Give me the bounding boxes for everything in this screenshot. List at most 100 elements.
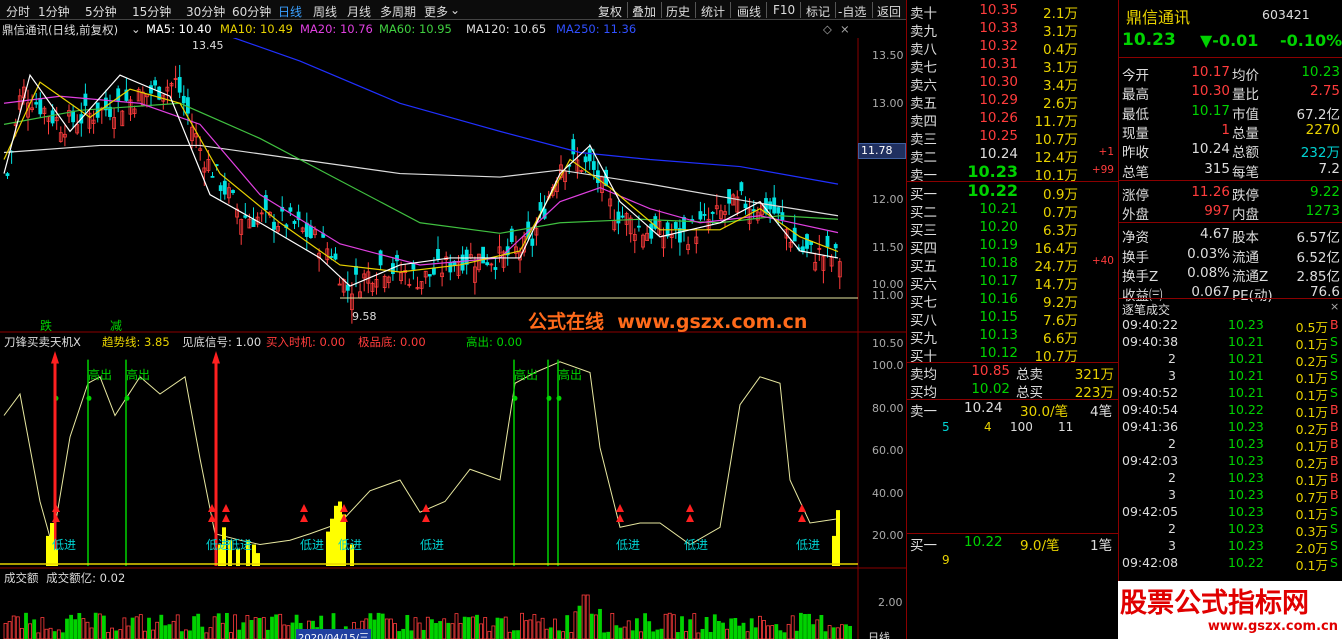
ma-info-bar: 鼎信通讯(日线,前复权) ⌄ MA5: 10.40 MA10: 10.49 MA… (0, 21, 858, 38)
level-label: 卖三 (910, 132, 937, 148)
quote-label: 今开 (1122, 68, 1149, 84)
stats-button[interactable]: 统计 (701, 3, 725, 20)
quote-row: 净资 4.67 股本 6.57亿 (1120, 226, 1342, 246)
watchlist-button[interactable]: -自选 (838, 3, 866, 20)
volume-bar (409, 630, 414, 639)
tab-15min[interactable]: 15分钟 (132, 3, 171, 20)
ask-row[interactable]: 卖四 10.26 11.7万 (908, 110, 1118, 130)
tab-weekly[interactable]: 周线 (313, 3, 337, 20)
volume-bar (265, 629, 270, 639)
level-detail-row[interactable]: 买一 10.22 9.0/笔 1笔 (908, 534, 1118, 554)
overlay-button[interactable]: 叠加 (632, 3, 656, 20)
tab-30min[interactable]: 30分钟 (186, 3, 225, 20)
tab-5min[interactable]: 5分钟 (85, 3, 117, 20)
tab-1min[interactable]: 1分钟 (38, 3, 70, 20)
ticks-title[interactable]: 逐笔成交 (1122, 301, 1170, 318)
volume-bar (594, 614, 598, 639)
bid-row[interactable]: 买二 10.21 0.7万 (908, 201, 1118, 221)
stock-name: 鼎信通讯 (1126, 8, 1191, 27)
close-icon[interactable]: × (1330, 300, 1339, 313)
bid-row[interactable]: 买七 10.16 9.2万 (908, 291, 1118, 311)
bid-row[interactable]: 买六 10.17 14.7万 (908, 273, 1118, 293)
level-detail-row[interactable]: 卖一 10.24 30.0/笔 4笔 (908, 400, 1118, 420)
diamond-icon[interactable]: ◇ (823, 22, 832, 36)
candle-body (222, 180, 227, 195)
ask-row[interactable]: 卖一 10.23 10.1万 +99 (908, 162, 1118, 184)
tick-time: 09:40:22 (1122, 317, 1179, 332)
buy-triangle-icon (422, 514, 430, 522)
tick-row: 2 10.21 0.2万 S (1120, 351, 1342, 369)
ask-row[interactable]: 卖七 10.31 3.1万 (908, 56, 1118, 76)
ask-row[interactable]: 卖八 10.32 0.4万 (908, 38, 1118, 58)
tick-price: 10.23 (1228, 487, 1264, 502)
f10-button[interactable]: F10 (773, 3, 795, 17)
candle-body (243, 215, 248, 218)
volume-bar (384, 618, 389, 639)
quote-row: 最高 10.30 量比 2.75 (1120, 83, 1342, 103)
indicator-tick: 60.00 (872, 444, 904, 457)
volume-bar (52, 631, 57, 639)
tab-fenshi[interactable]: 分时 (6, 3, 30, 20)
volume-title-label[interactable]: 成交额 (4, 571, 39, 585)
quote-value: 6.52亿 (1296, 249, 1340, 266)
level-price: 10.22 (967, 181, 1018, 200)
volume-bar (573, 611, 578, 639)
bid-row[interactable]: 买四 10.19 16.4万 (908, 237, 1118, 257)
tab-daily[interactable]: 日线 (278, 3, 302, 20)
detail-per-trade: 9.0/笔 (1020, 538, 1060, 554)
avg-label: 买均 (910, 385, 937, 401)
tab-monthly[interactable]: 月线 (347, 3, 371, 20)
volume-bar (11, 615, 16, 639)
bid-row[interactable]: 买十 10.12 10.7万 (908, 345, 1118, 365)
ask-row[interactable]: 卖三 10.25 10.7万 (908, 128, 1118, 148)
candle-body (739, 182, 744, 192)
mark-button[interactable]: 标记 (806, 3, 830, 20)
draw-button[interactable]: 画线 (737, 3, 761, 20)
quote-label: 总笔 (1122, 164, 1149, 181)
fuquan-button[interactable]: 复权 (598, 3, 622, 20)
volume-bar (807, 613, 811, 639)
detail-queue: 9 (908, 553, 1118, 571)
bid-row[interactable]: 买九 10.13 6.6万 (908, 327, 1118, 347)
volume-bar (393, 623, 397, 639)
bid-row[interactable]: 买一 10.22 0.9万 (908, 181, 1118, 203)
volume-bar (557, 630, 561, 639)
level-change: +40 (1091, 255, 1114, 267)
close-icon[interactable]: × (840, 22, 850, 36)
tick-price: 10.22 (1228, 555, 1264, 570)
tab-multi-period[interactable]: 多周期 (380, 3, 416, 20)
volume-bar (188, 630, 192, 639)
ask-row[interactable]: 卖九 10.33 3.1万 (908, 20, 1118, 40)
ask-row[interactable]: 卖六 10.30 3.4万 (908, 74, 1118, 94)
level-volume: 0.4万 (1043, 42, 1078, 58)
chevron-down-icon[interactable]: ⌄ (131, 22, 141, 36)
bid-row[interactable]: 买五 10.18 24.7万 +40 (908, 255, 1118, 275)
volume-bar (270, 616, 274, 639)
bid-row[interactable]: 买三 10.20 6.3万 (908, 219, 1118, 239)
back-button[interactable]: 返回 (877, 3, 901, 20)
tick-row: 09:42:03 10.23 0.2万 B (1120, 453, 1342, 471)
tick-row: 09:42:08 10.22 0.1万 S (1120, 555, 1342, 573)
gaochu-label: 高出 (126, 368, 151, 382)
level-volume: 6.6万 (1043, 331, 1078, 347)
candle-body (177, 77, 182, 93)
indicator-title[interactable]: 刀锋买卖天机X (4, 334, 81, 350)
tick-row: 09:40:22 10.23 0.5万 B (1120, 317, 1342, 335)
volume-bar (77, 613, 82, 639)
tab-60min[interactable]: 60分钟 (232, 3, 271, 20)
tab-more[interactable]: 更多 (424, 3, 448, 20)
volume-bar (725, 628, 729, 639)
volume-bar (786, 623, 791, 639)
bid-row[interactable]: 买八 10.15 7.6万 (908, 309, 1118, 329)
history-button[interactable]: 历史 (666, 3, 690, 20)
quote-row: 换手 0.03% 流通 6.52亿 (1120, 246, 1342, 266)
buy-triangle-icon (300, 514, 308, 522)
ask-row[interactable]: 卖五 10.29 2.6万 (908, 92, 1118, 112)
volume-bar (516, 630, 520, 639)
candle-body (378, 250, 383, 266)
chevron-down-icon[interactable]: ⌄ (450, 3, 460, 17)
chart-title[interactable]: 鼎信通讯(日线,前复权) (2, 22, 118, 38)
volume-bar (524, 620, 529, 639)
ask-row[interactable]: 卖十 10.35 2.1万 (908, 2, 1118, 22)
stock-code: 603421 (1262, 7, 1310, 22)
